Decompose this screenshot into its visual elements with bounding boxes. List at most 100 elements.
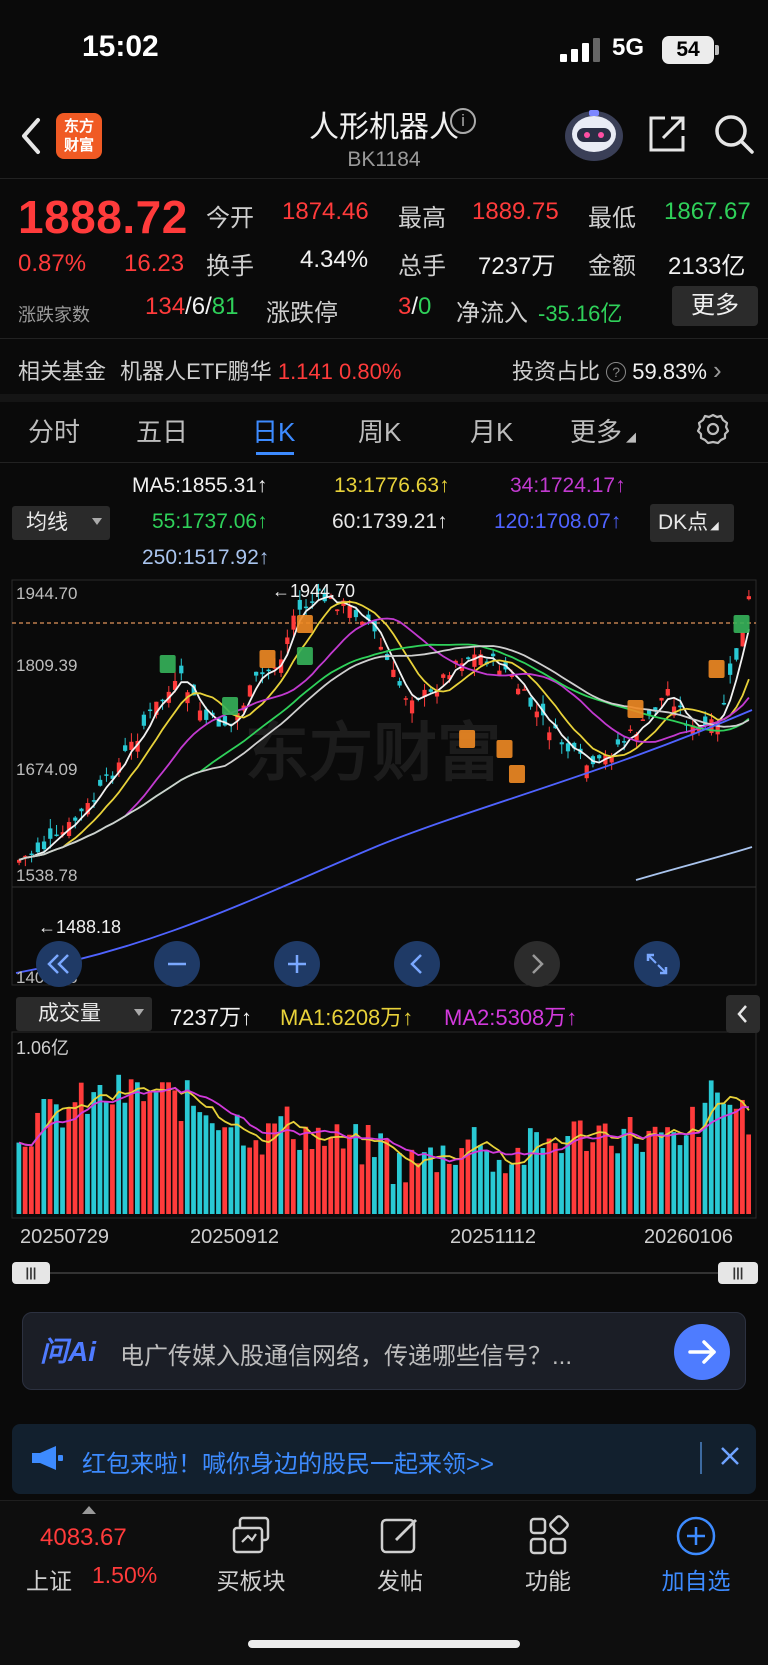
info-icon[interactable]: i xyxy=(450,108,476,134)
low-label: 最低 xyxy=(588,205,636,232)
help-icon[interactable]: ? xyxy=(606,362,627,382)
investment-ratio[interactable]: 投资占比 ? 59.83% › xyxy=(512,354,722,386)
indicator-dropdown[interactable]: 成交量 xyxy=(16,997,152,1031)
notice-text[interactable]: 红包来啦！喊你身边的股民一起来领>> xyxy=(82,1444,494,1479)
signal-tag xyxy=(708,660,725,678)
ai-send-button[interactable] xyxy=(674,1324,730,1380)
related-fund[interactable]: 相关基金 机器人ETF鹏华 1.141 0.80% xyxy=(18,354,401,386)
open-label: 今开 xyxy=(206,205,254,232)
sector-trade-icon[interactable] xyxy=(230,1514,274,1558)
tab-weekly-k[interactable]: 周K xyxy=(358,412,401,449)
share-icon[interactable] xyxy=(647,114,687,154)
more-button[interactable]: 更多 xyxy=(672,286,758,326)
breadth-down: 81 xyxy=(211,293,239,320)
volume-bar xyxy=(60,1127,65,1214)
indicator-label: 成交量 xyxy=(38,1002,101,1025)
range-scrollbar[interactable]: ||| ||| xyxy=(12,1262,758,1284)
robot-assistant-icon[interactable] xyxy=(563,106,625,162)
limit-down: 0 xyxy=(418,293,432,320)
volume-bar xyxy=(372,1157,377,1214)
candle xyxy=(98,779,103,786)
breadth-flat: 6 xyxy=(191,293,206,320)
volume-bar xyxy=(97,1085,103,1214)
nav-post[interactable]: 发帖 xyxy=(345,1562,455,1596)
zoom-in-button[interactable] xyxy=(274,941,320,987)
tab-daily-k[interactable]: 日K xyxy=(252,412,295,449)
volume-bar xyxy=(671,1132,677,1214)
tab-more[interactable]: 更多 ◢ xyxy=(570,412,636,449)
candle xyxy=(491,653,496,657)
corner-triangle-icon: ◢ xyxy=(710,520,719,532)
candle xyxy=(559,742,564,745)
ai-prompt-text[interactable]: 电广传媒入股通信网络，传递哪些信号？... xyxy=(120,1336,572,1371)
arrow-right-icon xyxy=(688,1340,716,1364)
scroll-right-button[interactable] xyxy=(514,941,560,987)
status-time: 15:02 xyxy=(82,30,159,63)
candle xyxy=(254,671,259,676)
scroll-fast-left-button[interactable] xyxy=(36,941,82,987)
volume-bar xyxy=(303,1126,309,1214)
volume-bar xyxy=(715,1092,720,1214)
add-circle-icon[interactable] xyxy=(674,1514,718,1558)
index-value[interactable]: 4083.67 xyxy=(40,1524,127,1552)
volume-bar xyxy=(633,1143,639,1214)
volume-bar xyxy=(708,1080,714,1214)
volume-bar xyxy=(478,1145,483,1214)
price-axis-label: 1809.39 xyxy=(16,656,77,675)
limit-label: 涨跌停 xyxy=(266,300,338,327)
candle xyxy=(740,632,745,647)
candle xyxy=(515,688,521,695)
candle xyxy=(391,669,396,678)
caret-down-icon xyxy=(134,1009,144,1016)
ma-type-dropdown[interactable]: 均线 xyxy=(12,506,110,540)
dk-point-button[interactable]: DK点 ◢ xyxy=(650,504,734,542)
candle xyxy=(403,698,408,700)
gear-icon[interactable] xyxy=(696,412,730,446)
grid-function-icon[interactable] xyxy=(526,1514,570,1558)
candle xyxy=(522,689,527,691)
index-name[interactable]: 上证 xyxy=(26,1562,72,1596)
search-icon[interactable] xyxy=(712,112,756,156)
candle xyxy=(141,714,146,726)
nav-buy-sector[interactable]: 买板块 xyxy=(196,1562,306,1596)
expand-up-icon[interactable] xyxy=(82,1506,96,1514)
tab-five-day[interactable]: 五日 xyxy=(136,412,188,449)
volume-bar xyxy=(627,1117,633,1214)
collapse-panel-button[interactable] xyxy=(726,995,760,1033)
nav-functions[interactable]: 功能 xyxy=(493,1562,603,1596)
fullscreen-button[interactable] xyxy=(634,941,680,987)
fund-pct: 0.80% xyxy=(339,359,402,384)
index-percent[interactable]: 1.50% xyxy=(92,1562,157,1589)
ma13-legend: 13:1776.63↑ xyxy=(334,474,450,497)
volume-chart[interactable]: 1.06亿 xyxy=(0,1030,768,1220)
candle xyxy=(335,609,340,612)
signal-tag xyxy=(259,650,276,668)
tab-monthly-k[interactable]: 月K xyxy=(470,412,513,449)
candle xyxy=(547,732,552,741)
nav-add-watchlist[interactable]: 加自选 xyxy=(641,1562,751,1596)
double-chevron-left-icon xyxy=(47,954,69,974)
breadth-label: 涨跌家数 xyxy=(18,305,90,325)
candle xyxy=(266,669,271,672)
change-percent: 0.87% xyxy=(18,250,87,277)
close-icon[interactable] xyxy=(714,1440,746,1472)
candle xyxy=(347,606,352,618)
netflow-value: -35.16亿 xyxy=(538,301,623,326)
volume-bar xyxy=(677,1145,683,1214)
zoom-out-button[interactable] xyxy=(154,941,200,987)
ratio-label: 投资占比 xyxy=(512,359,601,384)
edit-icon[interactable] xyxy=(378,1514,422,1558)
candle xyxy=(597,755,602,759)
amount-value: 2133亿 xyxy=(668,253,746,280)
volume-bar xyxy=(253,1140,259,1214)
volume-bar xyxy=(615,1153,621,1214)
volume-bar xyxy=(515,1147,521,1214)
range-handle-left[interactable]: ||| xyxy=(12,1262,50,1284)
candlestick-chart[interactable]: 东方财富 1944.70 1809.39 1674.09 1538.78 140… xyxy=(0,575,768,990)
scroll-left-button[interactable] xyxy=(394,941,440,987)
range-handle-right[interactable]: ||| xyxy=(718,1262,758,1284)
ma120-legend: 120:1708.07↑ xyxy=(494,510,622,533)
tab-timeshare[interactable]: 分时 xyxy=(28,412,80,449)
candle xyxy=(247,685,253,697)
volume-bar xyxy=(47,1099,53,1214)
